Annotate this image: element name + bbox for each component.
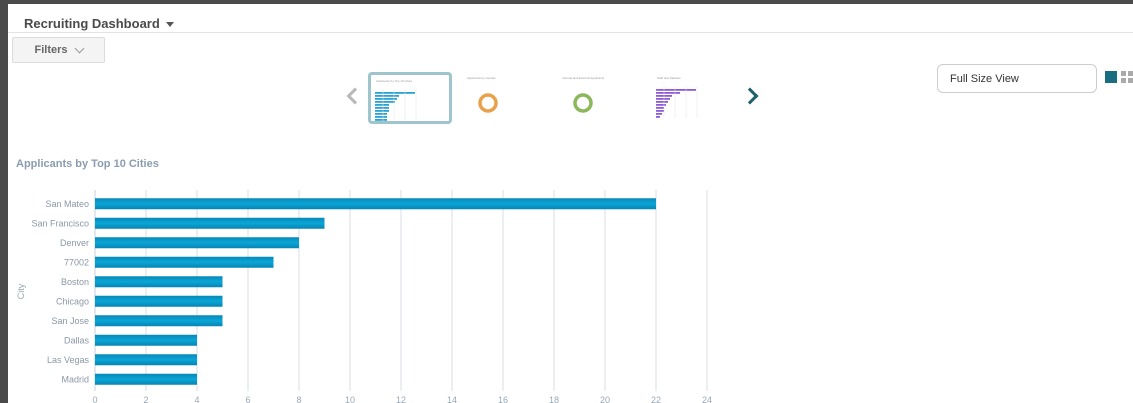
x-tick-label: 6 [245, 395, 250, 403]
bar [95, 334, 197, 346]
y-tick-label: Madrid [61, 374, 89, 384]
header-divider [8, 32, 1133, 33]
x-tick-label: 16 [498, 395, 508, 403]
y-tick-label: Chicago [56, 296, 89, 306]
carousel-thumbnail[interactable]: Internal and External Applicants [557, 72, 641, 124]
thumbnail-bar [375, 95, 399, 97]
carousel-thumbnail[interactable]: Applicants by Gender [462, 72, 546, 124]
bar [95, 373, 197, 385]
thumbnail-preview [656, 86, 698, 118]
bar [95, 217, 325, 229]
carousel-thumbnail[interactable]: Staff and Salaries [652, 72, 736, 124]
y-tick-label: San Francisco [31, 218, 89, 228]
y-tick-label: Denver [60, 238, 89, 248]
thumbnail-preview [375, 89, 417, 121]
y-tick-label: 77002 [64, 257, 89, 267]
thumbnail-preview [478, 93, 498, 113]
x-tick-label: 24 [702, 395, 712, 403]
thumbnail-bar [656, 113, 662, 115]
x-tick-label: 12 [396, 395, 406, 403]
bar [95, 237, 299, 249]
x-tick-label: 8 [296, 395, 301, 403]
filters-button[interactable]: Filters [12, 37, 105, 63]
thumbnail-bar [375, 107, 389, 109]
thumbnail-bar [375, 116, 387, 118]
y-tick-label: Boston [61, 277, 89, 287]
single-view-icon[interactable] [1105, 71, 1117, 83]
bar-chart: 0 2 4 6 8 10 12 14 16 18 20 22 24San MateoSan Franci… [16, 190, 712, 403]
page-title: Recruiting Dashboard [24, 16, 160, 31]
thumbnail-bar [656, 101, 668, 103]
thumbnail-donut [573, 93, 593, 113]
x-tick-label: 10 [345, 395, 355, 403]
caret-down-icon [165, 22, 174, 27]
y-axis-label: City [16, 283, 26, 299]
thumbnail-bar [375, 101, 395, 103]
thumbnail-bar [656, 98, 670, 100]
thumbnail-bar [375, 98, 397, 100]
carousel-thumbnail[interactable]: Applicants by Top 10 Cities [368, 72, 452, 124]
thumbnail-bar [656, 89, 696, 91]
x-tick-label: 4 [194, 395, 199, 403]
thumbnail-bar [656, 116, 660, 118]
bar [95, 276, 223, 288]
filters-label: Filters [34, 44, 68, 56]
bar [95, 198, 656, 210]
x-tick-label: 18 [549, 395, 559, 403]
grid-view-icon[interactable] [1121, 71, 1133, 83]
thumbnail-bar [656, 104, 666, 106]
thumbnail-bar [375, 113, 387, 115]
bar [95, 295, 223, 307]
thumbnail-bar [375, 92, 415, 94]
y-tick-label: Dallas [64, 335, 90, 345]
chart-title: Applicants by Top 10 Cities [16, 158, 159, 170]
thumbnail-bar [375, 119, 387, 121]
bar [95, 256, 274, 268]
chevron-down-icon [74, 43, 84, 53]
thumbnail-bar [375, 104, 389, 106]
dashboard-title-dropdown[interactable]: Recruiting Dashboard [24, 16, 174, 31]
thumbnail-preview [573, 93, 593, 113]
full-size-view-label: Full Size View [950, 73, 1019, 85]
x-tick-label: 22 [651, 395, 661, 403]
thumbnail-bar [656, 107, 664, 109]
thumbnail-bar [656, 92, 680, 94]
x-tick-label: 20 [600, 395, 610, 403]
x-tick-label: 2 [143, 395, 148, 403]
bar [95, 315, 223, 327]
x-tick-label: 14 [447, 395, 457, 403]
y-tick-label: San Mateo [45, 199, 89, 209]
y-tick-label: San Jose [51, 316, 89, 326]
x-tick-label: 0 [92, 395, 97, 403]
y-tick-label: Las Vegas [47, 355, 90, 365]
thumbnail-donut [478, 93, 498, 113]
thumbnail-bar [375, 110, 389, 112]
full-size-view-select[interactable]: Full Size View [937, 64, 1097, 93]
bar [95, 354, 197, 366]
thumbnail-bar [656, 110, 664, 112]
